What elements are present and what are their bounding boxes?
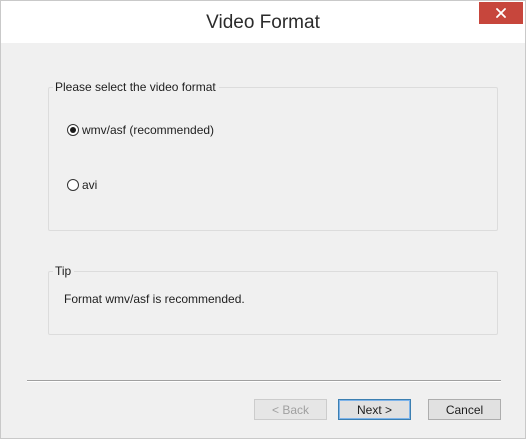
close-button[interactable]: [479, 2, 523, 24]
dialog-body: Please select the video format wmv/asf (…: [1, 43, 525, 438]
tip-group-legend: Tip: [53, 264, 75, 278]
format-group: Please select the video format wmv/asf (…: [48, 80, 498, 231]
format-group-legend: Please select the video format: [53, 80, 219, 94]
title-bar[interactable]: Video Format: [1, 1, 525, 43]
radio-option-wmv[interactable]: wmv/asf (recommended): [67, 123, 214, 137]
tip-text: Format wmv/asf is recommended.: [64, 292, 245, 306]
cancel-button[interactable]: Cancel: [428, 399, 501, 420]
radio-option-avi[interactable]: avi: [67, 178, 97, 192]
wmv-radio-button[interactable]: [67, 124, 79, 136]
wmv-radio-label: wmv/asf (recommended): [82, 123, 215, 137]
tip-group: Tip Format wmv/asf is recommended.: [48, 264, 498, 335]
avi-radio-label: avi: [82, 178, 98, 192]
next-button[interactable]: Next >: [338, 399, 411, 420]
button-separator: [27, 380, 501, 382]
close-icon: [496, 8, 506, 18]
avi-radio-button[interactable]: [67, 179, 79, 191]
back-button[interactable]: < Back: [254, 399, 327, 420]
dialog-title: Video Format: [206, 12, 320, 33]
video-format-dialog: Video Format Please select the video for…: [0, 0, 526, 439]
